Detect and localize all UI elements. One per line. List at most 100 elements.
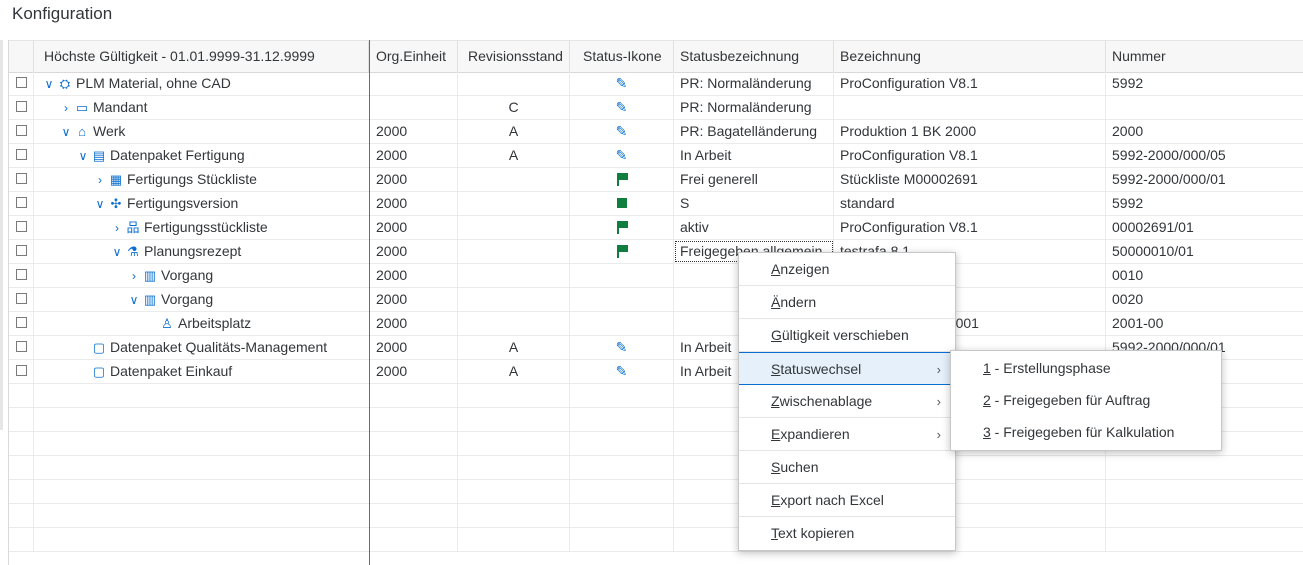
table-row[interactable] (9, 528, 1303, 552)
cell-rev (458, 72, 570, 95)
row-selector[interactable] (9, 240, 34, 263)
submenu-item[interactable]: 3 - Freigegeben für Kalkulation (951, 416, 1221, 448)
menu-item[interactable]: Suchen (739, 451, 955, 484)
row-selector[interactable] (9, 528, 34, 551)
collapse-icon[interactable]: ∨ (93, 193, 107, 216)
col-header-validity[interactable]: Höchste Gültigkeit - 01.01.9999-31.12.99… (34, 41, 369, 72)
row-checkbox[interactable] (16, 125, 27, 136)
row-checkbox[interactable] (16, 173, 27, 184)
row-checkbox[interactable] (16, 293, 27, 304)
row-checkbox[interactable] (16, 149, 27, 160)
expand-icon[interactable]: › (93, 169, 107, 192)
row-selector[interactable] (9, 72, 34, 95)
status-submenu: 1 - Erstellungsphase 2 - Freigegeben für … (950, 350, 1222, 451)
col-header-status-icon[interactable]: Status-Ikone (570, 41, 674, 72)
table-row[interactable] (9, 504, 1303, 528)
row-selector[interactable] (9, 480, 34, 503)
row-checkbox[interactable] (16, 197, 27, 208)
tree-node[interactable]: ∨ ⌂ Werk (34, 120, 394, 143)
tree-node[interactable]: ▢ Datenpaket Qualitäts-Management (34, 336, 411, 359)
menu-item[interactable]: Zwischenablage › (739, 385, 955, 418)
table-row[interactable]: ∨ ⌂ Werk 2000 A ✎ PR: Bagatelländerung Produkti… (9, 120, 1303, 144)
chevron-right-icon: › (936, 427, 941, 442)
row-selector[interactable] (9, 288, 34, 311)
row-selector[interactable] (9, 192, 34, 215)
row-selector[interactable] (9, 144, 34, 167)
tree-grid: Höchste Gültigkeit - 01.01.9999-31.12.99… (8, 40, 1303, 565)
menu-item[interactable]: Gültigkeit verschieben (739, 319, 955, 352)
table-row[interactable]: ∨ ⛭ PLM Material, ohne CAD ✎ PR: Normaländer… (9, 72, 1303, 96)
pencil-icon: ✎ (615, 339, 628, 355)
submenu-item-label: - Freigegeben für Kalkulation (990, 424, 1175, 440)
cell-num: 50000010/01 (1106, 240, 1303, 263)
row-selector[interactable] (9, 384, 34, 407)
chevron-right-icon: › (936, 394, 941, 409)
submenu-item[interactable]: 2 - Freigegeben für Auftrag (951, 384, 1221, 416)
row-checkbox[interactable] (16, 269, 27, 280)
table-row[interactable]: ∨ ⚗ Planungsrezept 2000 Freigegeben allgemei… (9, 240, 1303, 264)
menu-item[interactable]: Text kopieren (739, 517, 955, 550)
row-checkbox[interactable] (16, 341, 27, 352)
submenu-item[interactable]: 1 - Erstellungsphase (951, 352, 1221, 384)
menu-item-mnemonic: E (771, 492, 781, 508)
menu-item[interactable]: Anzeigen (739, 253, 955, 286)
cell-status: PR: Normaländerung (674, 96, 834, 119)
row-selector[interactable] (9, 504, 34, 527)
row-selector[interactable] (9, 168, 34, 191)
collapse-icon[interactable]: ∨ (59, 121, 73, 144)
row-checkbox[interactable] (16, 221, 27, 232)
table-row[interactable]: ∨ ▤ Datenpaket Fertigung 2000 A ✎ In Arbeit Pro… (9, 144, 1303, 168)
status-icon-cell: ✎ (570, 120, 674, 143)
row-checkbox[interactable] (16, 101, 27, 112)
row-checkbox[interactable] (16, 245, 27, 256)
col-header-number[interactable]: Nummer (1106, 41, 1303, 72)
expand-icon[interactable]: › (127, 265, 141, 288)
table-row[interactable]: › ▦ Fertigungs Stückliste 2000 Frei generell… (9, 168, 1303, 192)
row-selector[interactable] (9, 360, 34, 383)
select-all-header[interactable] (9, 41, 34, 72)
row-selector[interactable] (9, 216, 34, 239)
collapse-icon[interactable]: ∨ (76, 145, 90, 168)
row-checkbox[interactable] (16, 317, 27, 328)
col-header-status[interactable]: Statusbezeichnung (674, 41, 834, 72)
table-row[interactable]: › ▥ Vorgang 2000 0010 (9, 264, 1303, 288)
collapse-icon[interactable]: ∨ (110, 241, 124, 264)
table-row[interactable] (9, 480, 1303, 504)
row-selector[interactable] (9, 312, 34, 335)
col-header-org[interactable]: Org.Einheit (370, 41, 458, 72)
table-row[interactable]: › 品 Fertigungsstückliste 2000 aktiv ProConfig… (9, 216, 1303, 240)
row-selector[interactable] (9, 456, 34, 479)
table-row[interactable]: ♙Arbeitsplatz20002000 -> Lagerort 200120… (9, 312, 1303, 336)
row-selector[interactable] (9, 408, 34, 431)
table-row[interactable]: › ▭ Mandant C ✎ PR: Normaländerung (9, 96, 1303, 120)
menu-item[interactable]: Ändern (739, 286, 955, 319)
row-checkbox[interactable] (16, 77, 27, 88)
row-selector[interactable] (9, 336, 34, 359)
menu-item[interactable]: Export nach Excel (739, 484, 955, 517)
menu-item[interactable]: Expandieren › (739, 418, 955, 451)
collapse-icon[interactable]: ∨ (42, 73, 56, 96)
pencil-icon: ✎ (615, 99, 628, 115)
tree-node[interactable]: ∨ ▤ Datenpaket Fertigung (34, 144, 411, 167)
tree-node[interactable]: › ▭ Mandant (34, 96, 394, 119)
collapse-icon[interactable]: ∨ (127, 289, 141, 312)
row-selector[interactable] (9, 432, 34, 455)
tree-node[interactable]: ∨ ⛭ PLM Material, ohne CAD (34, 72, 377, 95)
table-row[interactable]: ∨ ✣ Fertigungsversion 2000 Sstandard 5992 (9, 192, 1303, 216)
row-selector[interactable] (9, 264, 34, 287)
menu-item[interactable]: Statuswechsel › (739, 352, 955, 385)
col-header-revision[interactable]: Revisionsstand (458, 41, 570, 72)
table-row[interactable] (9, 456, 1303, 480)
row-selector[interactable] (9, 96, 34, 119)
expand-icon[interactable]: › (59, 97, 73, 120)
row-checkbox[interactable] (16, 365, 27, 376)
table-row[interactable]: ∨ ▥ Vorgang 2000 0020 (9, 288, 1303, 312)
expand-icon[interactable]: › (110, 217, 124, 240)
node-type-icon: ▢ (92, 364, 106, 379)
empty-cell (370, 456, 458, 479)
empty-cell (458, 408, 570, 431)
cell-org: 2000 (370, 312, 458, 335)
row-selector[interactable] (9, 120, 34, 143)
col-header-description[interactable]: Bezeichnung (834, 41, 1106, 72)
tree-node[interactable]: ▢ Datenpaket Einkauf (34, 360, 411, 383)
